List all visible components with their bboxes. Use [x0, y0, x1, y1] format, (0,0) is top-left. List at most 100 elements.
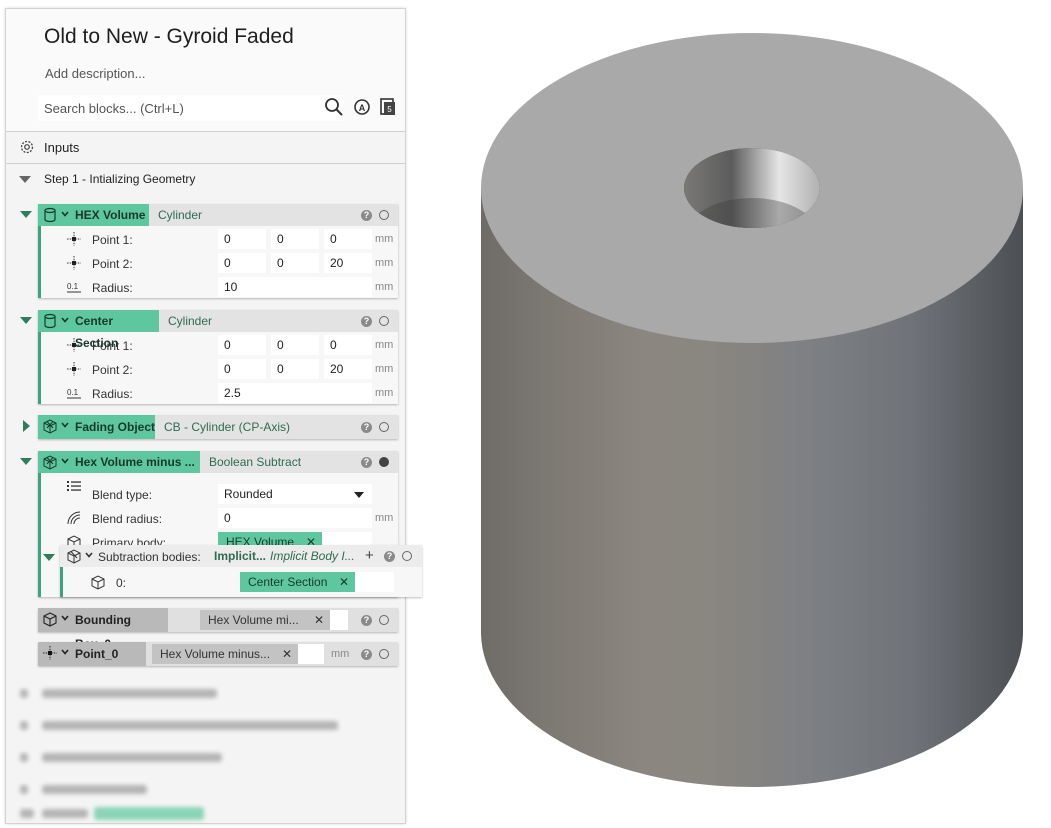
point1-y[interactable]: 0 — [271, 229, 319, 249]
point2-x[interactable]: 0 — [218, 359, 266, 379]
step-collapse-icon[interactable] — [19, 176, 31, 183]
inputs-label[interactable]: Inputs — [44, 140, 79, 155]
subtraction-collapse-icon[interactable] — [43, 554, 55, 561]
help-icon[interactable]: ? — [384, 551, 395, 562]
radius-field[interactable]: 10 — [218, 277, 372, 297]
remove-icon[interactable]: ✕ — [282, 644, 292, 664]
search-input[interactable] — [38, 95, 344, 121]
3d-viewport[interactable] — [470, 20, 1040, 800]
point-icon — [67, 232, 81, 246]
subtraction-type[interactable]: Implicit... — [214, 545, 266, 567]
remove-icon[interactable]: ✕ — [314, 610, 324, 630]
chevron-down-icon[interactable] — [60, 420, 70, 430]
help-icon[interactable]: ? — [361, 649, 372, 660]
center-section-collapse-icon[interactable] — [20, 317, 32, 324]
help-icon[interactable]: ? — [361, 457, 372, 468]
help-icon[interactable]: ? — [361, 615, 372, 626]
cylinder-icon — [44, 207, 56, 223]
point1-x[interactable]: 0 — [218, 335, 266, 355]
radius-icon — [67, 511, 81, 525]
hex-volume-type[interactable]: Cylinder — [158, 204, 202, 226]
decimal-icon: 0.1 — [67, 282, 81, 293]
radius-label: Radius: — [92, 281, 133, 295]
chevron-down-icon[interactable] — [60, 613, 70, 623]
point2-y[interactable]: 0 — [271, 253, 319, 273]
unit-label: mm — [375, 233, 394, 245]
step-title[interactable]: Step 1 - Intializing Geometry — [44, 172, 195, 186]
dropdown-caret-icon — [354, 492, 364, 498]
hex-minus-type[interactable]: Boolean Subtract — [209, 451, 301, 473]
block-panel: Old to New - Gyroid Faded Add descriptio… — [5, 8, 422, 825]
lattice-icon — [67, 549, 81, 564]
chevron-down-icon[interactable] — [60, 456, 70, 466]
chevron-down-icon[interactable] — [60, 209, 70, 219]
blend-type-select[interactable]: Rounded — [218, 484, 372, 504]
point1-z[interactable]: 0 — [324, 335, 372, 355]
circle-icon[interactable] — [379, 615, 389, 625]
circle-icon[interactable] — [379, 649, 389, 659]
add-icon[interactable]: + — [365, 547, 374, 564]
remove-icon[interactable]: ✕ — [339, 572, 349, 592]
help-icon[interactable]: ? — [361, 210, 372, 221]
hex-minus-collapse-icon[interactable] — [20, 458, 32, 465]
help-icon[interactable]: ? — [361, 422, 372, 433]
point1-label: Point 1: — [92, 339, 133, 353]
ai-icon[interactable]: A — [352, 97, 372, 117]
lattice-icon — [43, 455, 57, 470]
svg-text:0.1: 0.1 — [67, 282, 79, 291]
point2-label: Point 2: — [92, 257, 133, 271]
document-title[interactable]: Old to New - Gyroid Faded — [44, 25, 294, 49]
fading-object-type[interactable]: CB - Cylinder (CP-Axis) — [164, 415, 290, 439]
fading-object-expand-icon[interactable] — [23, 420, 30, 432]
point1-z[interactable]: 0 — [324, 229, 372, 249]
bounding-box-input: Hex Volume mi... — [208, 613, 299, 627]
subtraction-hint[interactable]: Implicit Body I... — [270, 545, 355, 567]
circle-icon[interactable] — [379, 422, 389, 432]
library-icon[interactable]: 5 — [378, 97, 398, 117]
unit-label: mm — [375, 339, 394, 351]
point2-label: Point 2: — [92, 363, 133, 377]
point2-y[interactable]: 0 — [271, 359, 319, 379]
circle-icon[interactable] — [402, 551, 412, 561]
bounding-box-block: Bounding Box_0 Hex Volume mi... ✕ ? — [38, 608, 398, 651]
subtraction-item-tag[interactable]: Center Section ✕ — [240, 572, 355, 592]
point-icon — [43, 646, 57, 660]
point1-x[interactable]: 0 — [218, 229, 266, 249]
chevron-down-icon[interactable] — [60, 315, 70, 325]
center-section-type[interactable]: Cylinder — [168, 310, 212, 332]
redacted-rows — [6, 677, 405, 825]
description-field[interactable]: Add description... — [45, 66, 145, 81]
point-icon — [67, 338, 81, 352]
panel-header: Old to New - Gyroid Faded Add descriptio… — [6, 9, 405, 131]
help-icon[interactable]: ? — [361, 316, 372, 327]
chevron-down-icon[interactable] — [60, 647, 70, 657]
svg-text:A: A — [359, 103, 366, 113]
point0-input-tag[interactable]: Hex Volume minus... ✕ — [152, 644, 298, 664]
circle-icon[interactable] — [379, 210, 389, 220]
radius-label: Radius: — [92, 387, 133, 401]
center-section-block: Center Section Cylinder ? Point 1: 0 0 0… — [38, 310, 398, 404]
unit-label: mm — [331, 648, 350, 660]
bounding-box-input-tag[interactable]: Hex Volume mi... ✕ — [200, 610, 330, 630]
chevron-down-icon[interactable] — [84, 550, 94, 560]
point2-x[interactable]: 0 — [218, 253, 266, 273]
point1-y[interactable]: 0 — [271, 335, 319, 355]
search-icon[interactable] — [324, 97, 344, 117]
box-icon — [43, 612, 57, 627]
hex-volume-collapse-icon[interactable] — [20, 211, 32, 218]
cylinder-model[interactable] — [481, 33, 1023, 787]
cylinder-icon — [44, 313, 56, 329]
circle-icon[interactable] — [379, 316, 389, 326]
lattice-icon — [43, 419, 57, 434]
point2-z[interactable]: 20 — [324, 253, 372, 273]
blend-type-label: Blend type: — [92, 488, 153, 502]
point-icon — [67, 362, 81, 376]
list-icon — [67, 481, 81, 491]
subtraction-bodies-block: Subtraction bodies: Implicit... Implicit… — [60, 545, 422, 597]
radius-field[interactable]: 2.5 — [218, 383, 372, 403]
point2-z[interactable]: 20 — [324, 359, 372, 379]
unit-label: mm — [375, 257, 394, 269]
blend-radius-field[interactable]: 0 — [218, 508, 372, 528]
active-circle-icon[interactable] — [379, 457, 389, 467]
lattice-icon — [91, 575, 105, 590]
